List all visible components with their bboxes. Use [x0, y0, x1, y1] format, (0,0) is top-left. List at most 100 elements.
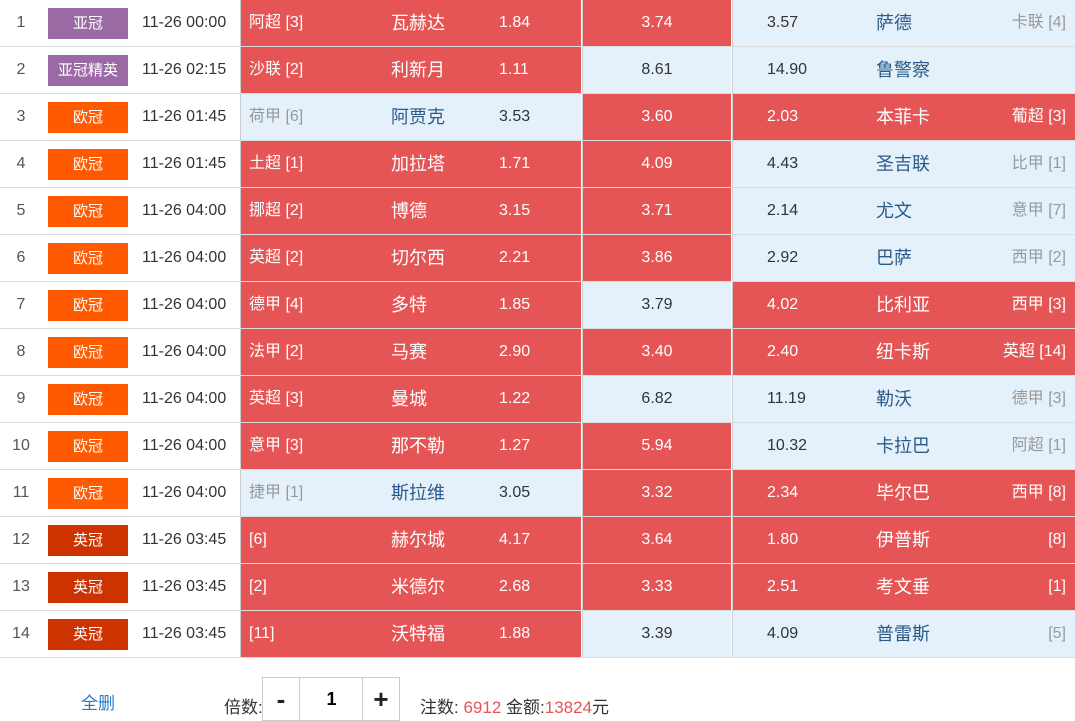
away-rank: [8]: [1048, 531, 1066, 548]
away-win-option[interactable]: 11.19 勒沃 德甲 [3]: [732, 376, 1075, 422]
league-badge: 欧冠: [48, 337, 128, 368]
match-index: 7: [16, 296, 26, 313]
league-badge: 英冠: [48, 525, 128, 556]
match-index: 8: [16, 343, 26, 360]
draw-odds: 6.82: [641, 390, 673, 407]
match-row: 5 欧冠 11-26 04:00 挪超 [2] 博德 3.15 3.71 2.14 尤文 意甲 […: [0, 188, 1075, 235]
draw-option[interactable]: 3.86: [582, 235, 731, 281]
match-row: 12 英冠 11-26 03:45 [6] 赫尔城 4.17 3.64 1.80 伊普斯 [8]: [0, 517, 1075, 564]
draw-odds: 8.61: [641, 61, 673, 78]
increase-button[interactable]: +: [362, 678, 399, 720]
away-win-option[interactable]: 2.14 尤文 意甲 [7]: [732, 188, 1075, 234]
draw-option[interactable]: 4.09: [582, 141, 731, 187]
away-team: 比利亚: [876, 295, 930, 315]
home-odds: 1.22: [499, 390, 531, 407]
draw-option[interactable]: 3.32: [582, 470, 731, 516]
away-win-option[interactable]: 2.34 毕尔巴 西甲 [8]: [732, 470, 1075, 516]
home-win-option[interactable]: 挪超 [2] 博德 3.15: [240, 188, 581, 234]
draw-option[interactable]: 3.60: [582, 94, 731, 140]
multiplier-input[interactable]: [300, 678, 363, 720]
away-odds: 2.92: [767, 249, 799, 266]
home-win-option[interactable]: 英超 [2] 切尔西 2.21: [240, 235, 581, 281]
home-rank: 英超 [3]: [249, 390, 304, 407]
draw-option[interactable]: 3.74: [582, 0, 731, 46]
away-win-option[interactable]: 14.90 鲁警察: [732, 47, 1075, 93]
home-team: 加拉塔: [391, 154, 445, 174]
clear-all-button[interactable]: 全删: [81, 689, 115, 714]
home-rank: [6]: [249, 531, 267, 548]
away-win-option[interactable]: 1.80 伊普斯 [8]: [732, 517, 1075, 563]
home-win-option[interactable]: [6] 赫尔城 4.17: [240, 517, 581, 563]
match-row: 3 欧冠 11-26 01:45 荷甲 [6] 阿贾克 3.53 3.60 2.03 本菲卡 葡超…: [0, 94, 1075, 141]
draw-odds: 3.79: [641, 296, 673, 313]
home-rank: 法甲 [2]: [249, 343, 304, 360]
draw-option[interactable]: 3.39: [582, 611, 731, 657]
league-badge: 亚冠精英: [48, 55, 128, 86]
home-win-option[interactable]: [2] 米德尔 2.68: [240, 564, 581, 610]
match-index: 14: [12, 625, 30, 642]
away-team: 伊普斯: [876, 530, 930, 550]
home-odds: 4.17: [499, 531, 531, 548]
home-win-option[interactable]: 法甲 [2] 马赛 2.90: [240, 329, 581, 375]
away-win-option[interactable]: 4.43 圣吉联 比甲 [1]: [732, 141, 1075, 187]
away-team: 普雷斯: [876, 624, 930, 644]
away-odds: 2.03: [767, 108, 799, 125]
draw-option[interactable]: 5.94: [582, 423, 731, 469]
bets-count: 6912: [463, 698, 502, 717]
match-row: 7 欧冠 11-26 04:00 德甲 [4] 多特 1.85 3.79 4.02 比利亚 西甲 …: [0, 282, 1075, 329]
draw-option[interactable]: 3.33: [582, 564, 731, 610]
match-index: 12: [12, 531, 30, 548]
home-win-option[interactable]: 荷甲 [6] 阿贾克 3.53: [240, 94, 581, 140]
away-odds: 10.32: [767, 437, 808, 454]
away-rank: 意甲 [7]: [1011, 202, 1066, 219]
home-win-option[interactable]: 土超 [1] 加拉塔 1.71: [240, 141, 581, 187]
draw-odds: 3.86: [641, 249, 673, 266]
away-odds: 3.57: [767, 14, 799, 31]
away-team: 卡拉巴: [876, 436, 930, 456]
match-row: 10 欧冠 11-26 04:00 意甲 [3] 那不勒 1.27 5.94 10.32 卡拉巴…: [0, 423, 1075, 470]
away-odds: 2.14: [767, 202, 799, 219]
away-win-option[interactable]: 2.03 本菲卡 葡超 [3]: [732, 94, 1075, 140]
home-odds: 1.85: [499, 296, 531, 313]
match-index: 10: [12, 437, 30, 454]
home-win-option[interactable]: 阿超 [3] 瓦赫达 1.84: [240, 0, 581, 46]
draw-option[interactable]: 6.82: [582, 376, 731, 422]
home-odds: 1.71: [499, 155, 531, 172]
draw-option[interactable]: 3.71: [582, 188, 731, 234]
home-win-option[interactable]: 沙联 [2] 利新月 1.11: [240, 47, 581, 93]
away-win-option[interactable]: 2.40 纽卡斯 英超 [14]: [732, 329, 1075, 375]
away-win-option[interactable]: 10.32 卡拉巴 阿超 [1]: [732, 423, 1075, 469]
match-time: 11-26 04:00: [142, 202, 227, 219]
away-win-option[interactable]: 2.92 巴萨 西甲 [2]: [732, 235, 1075, 281]
away-win-option[interactable]: 4.02 比利亚 西甲 [3]: [732, 282, 1075, 328]
home-odds: 3.15: [499, 202, 531, 219]
away-odds: 11.19: [767, 390, 806, 407]
decrease-button[interactable]: -: [263, 678, 300, 720]
away-win-option[interactable]: 4.09 普雷斯 [5]: [732, 611, 1075, 657]
draw-option[interactable]: 8.61: [582, 47, 731, 93]
away-team: 纽卡斯: [876, 342, 930, 362]
draw-option[interactable]: 3.64: [582, 517, 731, 563]
league-badge: 亚冠: [48, 8, 128, 39]
home-win-option[interactable]: 英超 [3] 曼城 1.22: [240, 376, 581, 422]
home-win-option[interactable]: 德甲 [4] 多特 1.85: [240, 282, 581, 328]
home-win-option[interactable]: 捷甲 [1] 斯拉维 3.05: [240, 470, 581, 516]
amount-value: 13824: [544, 698, 593, 717]
draw-option[interactable]: 3.79: [582, 282, 731, 328]
away-rank: [1]: [1048, 578, 1066, 595]
home-rank: 阿超 [3]: [249, 14, 304, 31]
draw-option[interactable]: 3.40: [582, 329, 731, 375]
home-rank: 德甲 [4]: [249, 296, 304, 313]
home-win-option[interactable]: 意甲 [3] 那不勒 1.27: [240, 423, 581, 469]
league-badge: 欧冠: [48, 290, 128, 321]
away-odds: 4.02: [767, 296, 799, 313]
league-badge: 欧冠: [48, 478, 128, 509]
away-win-option[interactable]: 3.57 萨德 卡联 [4]: [732, 0, 1075, 46]
match-index: 2: [16, 61, 26, 78]
match-row: 14 英冠 11-26 03:45 [11] 沃特福 1.88 3.39 4.09 普雷斯 [5]: [0, 611, 1075, 658]
away-team: 尤文: [876, 201, 912, 221]
home-team: 曼城: [391, 389, 427, 409]
away-win-option[interactable]: 2.51 考文垂 [1]: [732, 564, 1075, 610]
home-win-option[interactable]: [11] 沃特福 1.88: [240, 611, 581, 657]
match-time: 11-26 03:45: [142, 531, 227, 548]
